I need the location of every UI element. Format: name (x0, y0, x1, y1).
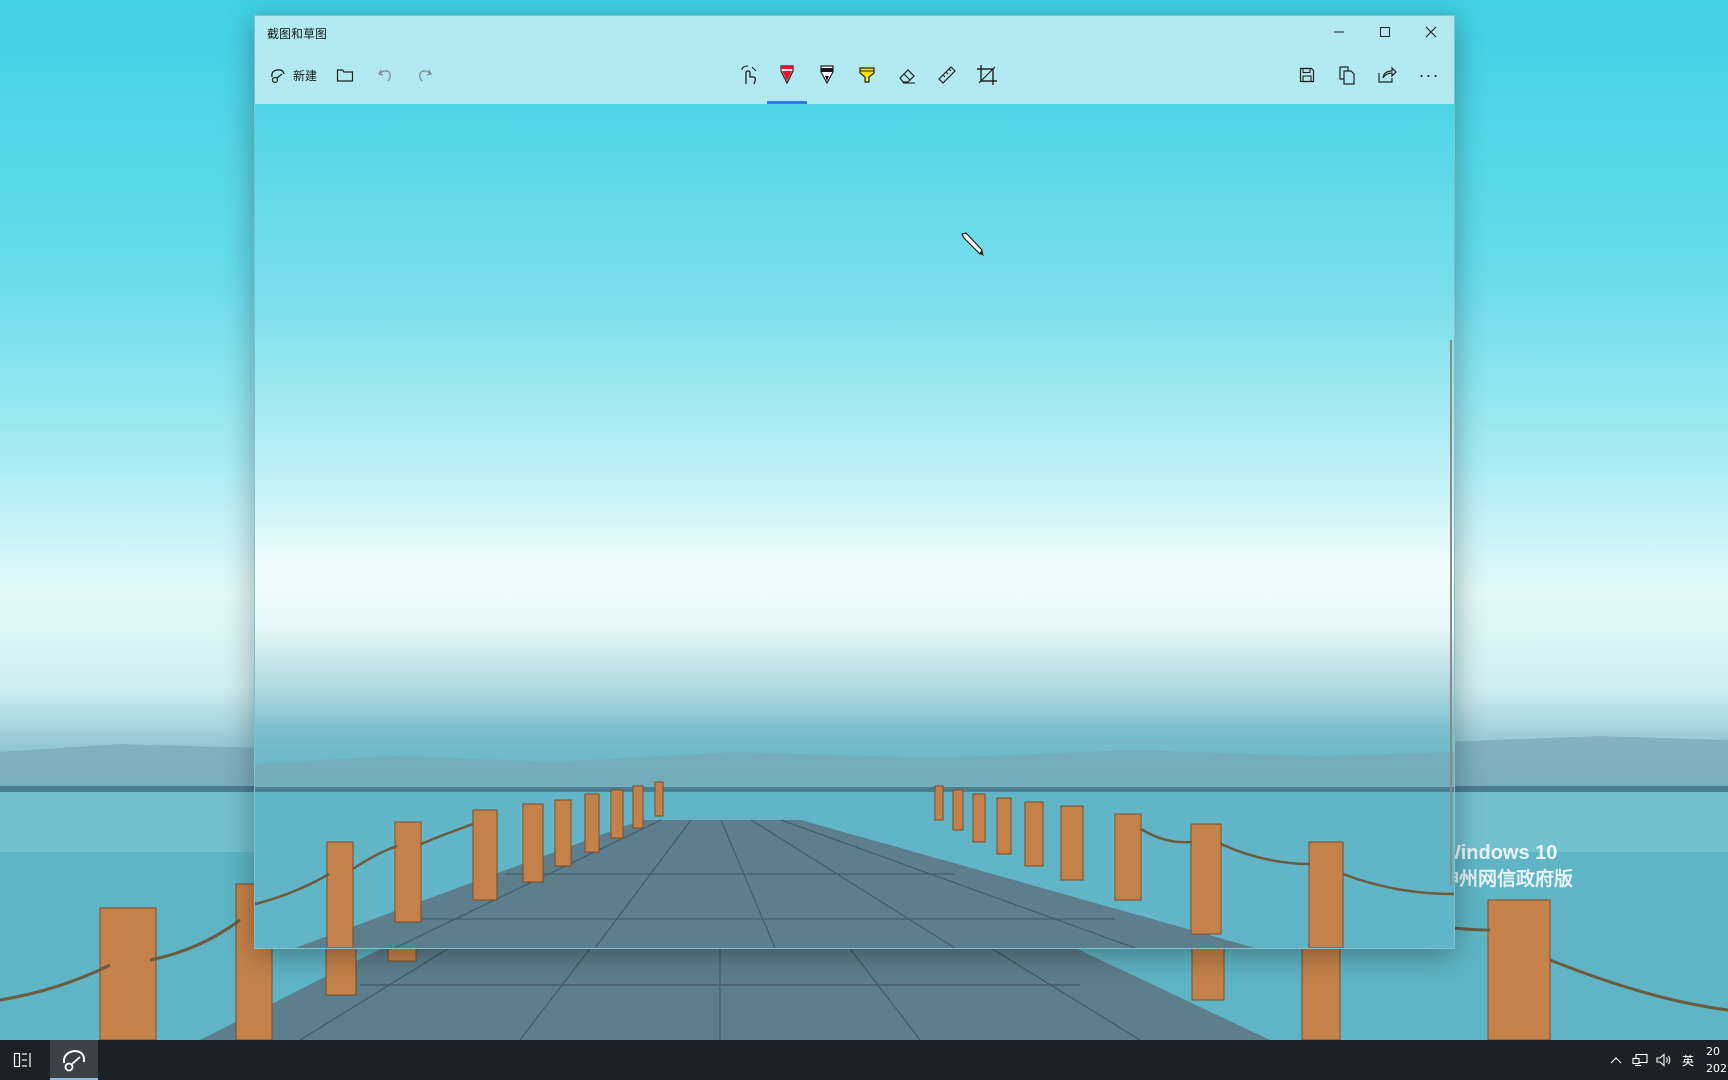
minimize-icon (1334, 31, 1344, 33)
open-folder-icon (336, 69, 354, 82)
undo-icon (378, 69, 391, 82)
minimize-button[interactable] (1316, 16, 1362, 48)
redo-button[interactable] (407, 58, 443, 92)
task-view-button[interactable] (0, 1040, 46, 1080)
close-button[interactable] (1408, 16, 1454, 48)
taskbar-clock[interactable]: 20 202 (1706, 1043, 1728, 1077)
copy-icon (1339, 66, 1355, 85)
watermark-line2: 神州网信政府版 (1440, 868, 1574, 890)
crop-icon (977, 65, 997, 85)
eraser-icon (899, 69, 915, 84)
touch-writing-button[interactable] (731, 58, 767, 92)
undo-button[interactable] (367, 58, 403, 92)
crop-button[interactable] (969, 58, 1005, 92)
snip-canvas[interactable] (255, 104, 1454, 948)
maximize-icon (1380, 27, 1390, 37)
highlighter-button[interactable] (849, 58, 885, 92)
redo-icon (419, 69, 432, 82)
more-options-button[interactable]: ··· (1411, 58, 1447, 92)
share-button[interactable] (1369, 58, 1405, 92)
clock-date: 202 (1706, 1062, 1727, 1075)
open-file-button[interactable] (327, 58, 363, 92)
snip-and-sketch-app-icon (62, 1049, 86, 1072)
pencil-icon (820, 65, 834, 85)
close-icon (1425, 26, 1437, 38)
clock-time: 20 (1706, 1045, 1720, 1058)
show-hidden-icons-button[interactable] (1604, 1040, 1628, 1080)
highlighter-icon (859, 67, 875, 83)
captured-pier-image (255, 750, 1454, 948)
task-view-icon (13, 1052, 31, 1068)
eraser-button[interactable] (889, 58, 925, 92)
maximize-button[interactable] (1362, 16, 1408, 48)
touch-writing-icon (741, 65, 757, 85)
pencil-button[interactable] (809, 58, 845, 92)
pen-cursor-icon (961, 232, 984, 256)
snip-and-sketch-window: 截图和草图 新建 ··· (254, 15, 1455, 949)
toolbar: 新建 ··· (255, 48, 1454, 104)
save-button[interactable] (1289, 58, 1325, 92)
show-hidden-icons-icon (1610, 1057, 1622, 1064)
ballpoint-pen-icon (780, 65, 794, 85)
new-snip-button[interactable]: 新建 (265, 58, 321, 92)
network-button[interactable] (1628, 1040, 1652, 1080)
network-icon (1632, 1053, 1648, 1067)
title-bar[interactable]: 截图和草图 (255, 16, 1454, 48)
window-title: 截图和草图 (267, 27, 328, 41)
taskbar: 英 20 202 (0, 1040, 1728, 1080)
ruler-icon (938, 66, 956, 84)
vertical-scrollbar[interactable] (1450, 340, 1452, 885)
ruler-button[interactable] (929, 58, 965, 92)
share-icon (1378, 66, 1397, 83)
input-method-indicator[interactable]: 英 (1676, 1040, 1700, 1080)
watermark-line1: Windows 10 (1442, 842, 1558, 864)
volume-button[interactable] (1652, 1040, 1676, 1080)
taskbar-snip-and-sketch-button[interactable] (50, 1040, 98, 1080)
new-snip-label: 新建 (293, 68, 318, 83)
volume-icon (1656, 1053, 1671, 1067)
new-snip-icon (271, 69, 285, 84)
copy-button[interactable] (1329, 58, 1365, 92)
ballpoint-pen-button[interactable] (769, 58, 805, 92)
save-icon (1299, 67, 1315, 83)
